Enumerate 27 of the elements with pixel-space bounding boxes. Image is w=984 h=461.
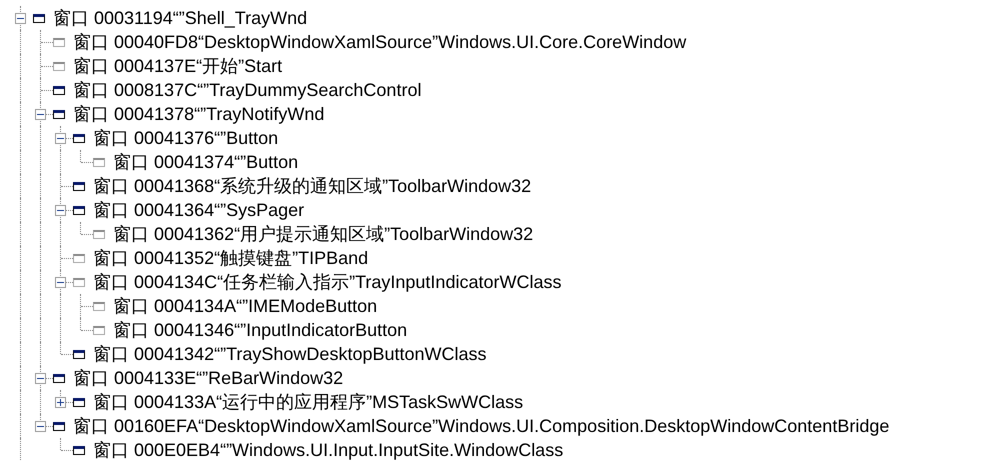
collapse-button[interactable]	[15, 13, 26, 24]
tree-item-label[interactable]: 窗口 000E0EB4“”Windows.UI.Input.InputSite.WindowClass	[93, 440, 564, 460]
tree-item-label[interactable]: 窗口 00041346“”InputIndicatorButton	[113, 320, 408, 340]
collapse-button[interactable]	[35, 109, 46, 120]
tree-item-label[interactable]: 窗口 00040FD8“DesktopWindowXamlSource”Windows.UI.Core.CoreWindow	[73, 32, 686, 52]
tree-item-label[interactable]: 窗口 00160EFA“DesktopWindowXamlSource”Windows.UI.Composition.DesktopWindowContentBridge	[73, 416, 890, 436]
expand-button[interactable]	[55, 397, 66, 408]
tree-item-label[interactable]: 窗口 00041376“”Button	[93, 128, 278, 148]
tree-item-label[interactable]: 窗口 00041378“”TrayNotifyWnd	[73, 104, 324, 124]
tree-item-label[interactable]: 窗口 00041364“”SysPager	[93, 200, 304, 220]
collapse-button[interactable]	[55, 133, 66, 144]
tree-item-label[interactable]: 窗口 0004133A“运行中的应用程序”MSTaskSwWClass	[93, 392, 524, 412]
tree-item-label[interactable]: 窗口 0004134A“”IMEModeButton	[113, 296, 378, 316]
tree-item-label[interactable]: 窗口 00041362“用户提示通知区域”ToolbarWindow32	[113, 224, 534, 244]
collapse-button[interactable]	[35, 421, 46, 432]
collapse-button[interactable]	[55, 277, 66, 288]
tree-item-label[interactable]: 窗口 00041374“”Button	[113, 152, 298, 172]
tree-item-label[interactable]: 窗口 0004137E“开始”Start	[73, 56, 282, 76]
tree-item-label[interactable]: 窗口 0004134C“任务栏输入指示”TrayInputIndicatorWClass	[93, 272, 562, 292]
tree-item-label[interactable]: 窗口 0004133E“”ReBarWindow32	[73, 368, 344, 388]
tree-item-label[interactable]: 窗口 00041342“”TrayShowDesktopButtonWClass	[93, 344, 487, 364]
collapse-button[interactable]	[55, 205, 66, 216]
tree-item-label[interactable]: 窗口 00041368“系统升级的通知区域”ToolbarWindow32	[93, 176, 532, 196]
tree-item-label[interactable]: 窗口 0008137C“”TrayDummySearchControl	[73, 80, 422, 100]
tree-item-label[interactable]: 窗口 00041352“触摸键盘”TIPBand	[93, 248, 368, 268]
collapse-button[interactable]	[35, 373, 46, 384]
tree-item-label[interactable]: 窗口 00031194“”Shell_TrayWnd	[53, 8, 308, 28]
